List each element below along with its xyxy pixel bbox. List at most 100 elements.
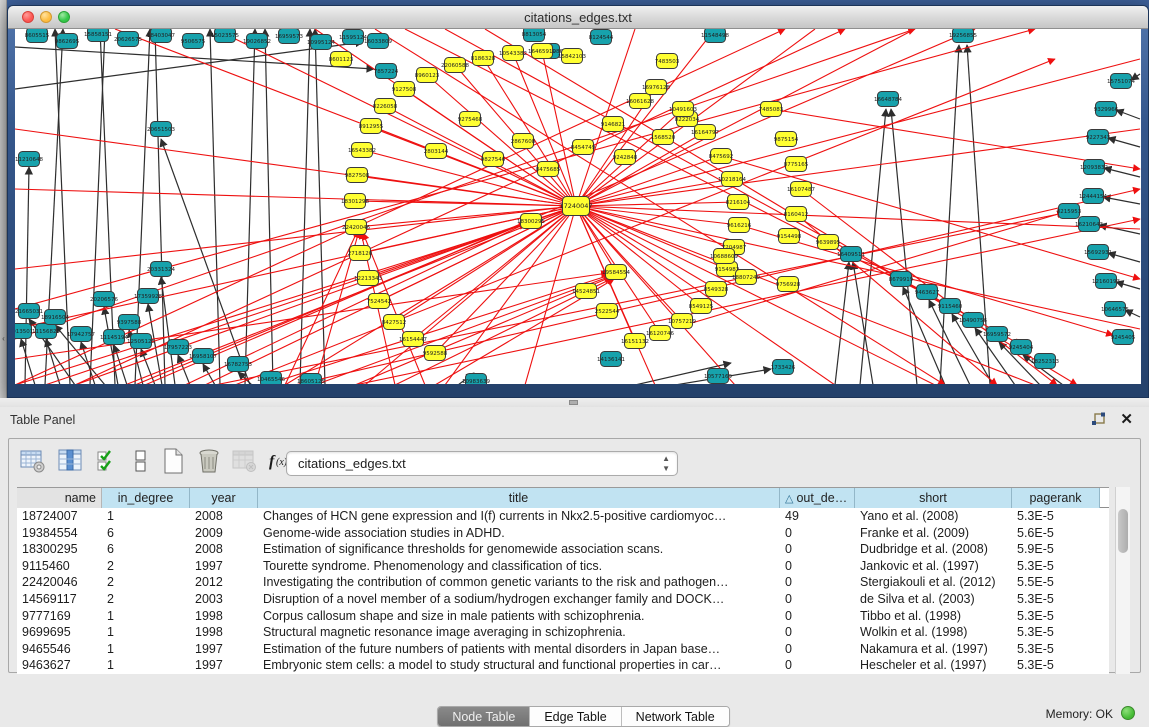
network-node[interactable]: 10491603 bbox=[669, 102, 697, 117]
network-node[interactable]: 8549328 bbox=[704, 282, 729, 297]
network-node[interactable]: 8549125 bbox=[689, 299, 714, 314]
network-node[interactable]: 22420046 bbox=[342, 220, 370, 235]
network-node[interactable]: 16959573 bbox=[275, 29, 303, 44]
network-node[interactable]: 21665031 bbox=[15, 304, 43, 319]
network-node[interactable]: 12505125 bbox=[127, 334, 155, 349]
network-node[interactable]: 22060588 bbox=[441, 58, 469, 73]
network-node[interactable]: 9227343 bbox=[1086, 130, 1111, 145]
network-node[interactable]: 9592588 bbox=[423, 346, 448, 361]
close-panel-icon[interactable]: ✕ bbox=[1120, 410, 1133, 428]
network-node[interactable]: 8186328 bbox=[471, 51, 496, 66]
network-node[interactable]: 16782753 bbox=[224, 357, 252, 372]
network-node[interactable]: 15751074 bbox=[1107, 74, 1135, 89]
network-node[interactable]: 7857224 bbox=[374, 64, 399, 79]
network-node[interactable]: 11145194 bbox=[100, 330, 128, 345]
network-node[interactable]: 16151132 bbox=[621, 334, 649, 349]
west-panel-divider[interactable]: ‹ bbox=[0, 0, 7, 398]
network-node[interactable]: 8679919 bbox=[889, 272, 914, 287]
network-node[interactable]: 3913501 bbox=[15, 324, 33, 339]
network-node[interactable]: 9506575 bbox=[181, 34, 206, 49]
network-node[interactable]: 18807249 bbox=[732, 270, 760, 285]
network-node[interactable]: 9639895 bbox=[816, 235, 841, 250]
network-node[interactable]: 9127508 bbox=[392, 82, 417, 97]
network-node[interactable]: 10995124 bbox=[307, 35, 335, 50]
network-node[interactable]: 16061628 bbox=[626, 94, 654, 109]
network-node[interactable]: 2803144 bbox=[424, 144, 449, 159]
table-row[interactable]: 1830029562008Estimation of significance … bbox=[17, 541, 1109, 558]
network-node[interactable]: 19256855 bbox=[949, 29, 977, 43]
table-scrollbar[interactable] bbox=[1115, 487, 1130, 674]
network-node[interactable]: 15692931 bbox=[1084, 245, 1112, 260]
network-node[interactable]: 8427512 bbox=[382, 315, 407, 330]
network-node[interactable]: 14524851 bbox=[572, 284, 600, 299]
network-node[interactable]: 7524542 bbox=[367, 294, 392, 309]
network-window-titlebar[interactable]: citations_edges.txt bbox=[8, 6, 1148, 29]
network-node[interactable]: 11548498 bbox=[701, 29, 729, 43]
column-visibility-icon[interactable] bbox=[57, 447, 87, 477]
network-node[interactable]: 16959572 bbox=[983, 327, 1011, 342]
network-node[interactable]: 16409511 bbox=[837, 247, 865, 262]
table-row[interactable]: 1456911722003Disruption of a novel membe… bbox=[17, 591, 1109, 608]
network-node[interactable]: 18403047 bbox=[147, 29, 175, 43]
network-node[interactable]: 9756928 bbox=[776, 277, 801, 292]
network-node[interactable]: 15023575 bbox=[211, 29, 239, 43]
table-row[interactable]: 977716911998Corpus callosum shape and si… bbox=[17, 608, 1109, 625]
network-node[interactable]: 15842103 bbox=[558, 49, 586, 64]
network-node[interactable]: 8475692 bbox=[709, 149, 734, 164]
network-node[interactable]: 16210643 bbox=[1075, 217, 1103, 232]
network-node[interactable]: 8813054 bbox=[522, 29, 547, 42]
network-node[interactable]: 2522544 bbox=[595, 304, 620, 319]
network-node[interactable]: 20651503 bbox=[147, 122, 175, 137]
network-node[interactable]: 14136141 bbox=[597, 352, 625, 367]
network-node[interactable]: 9242848 bbox=[613, 150, 638, 165]
network-node[interactable]: 20206576 bbox=[90, 292, 118, 307]
network-node[interactable]: 16958107 bbox=[189, 349, 217, 364]
network-node[interactable]: 9616216 bbox=[727, 218, 752, 233]
network-node[interactable]: 9275468 bbox=[458, 112, 483, 127]
network-node[interactable]: 12213343 bbox=[354, 271, 382, 286]
network-node[interactable]: 8775165 bbox=[784, 157, 809, 172]
table-row[interactable]: 1938455462009Genome-wide association stu… bbox=[17, 525, 1109, 542]
network-node[interactable]: 8216104 bbox=[726, 195, 751, 210]
network-node[interactable]: 12160193 bbox=[1092, 274, 1120, 289]
table-row[interactable]: 946554611997Estimation of the future num… bbox=[17, 641, 1109, 658]
network-node[interactable]: 9329966 bbox=[1094, 102, 1119, 117]
network-node[interactable]: 9115460 bbox=[938, 299, 963, 314]
delete-rows-icon[interactable] bbox=[195, 447, 225, 477]
network-node[interactable]: 18301298 bbox=[341, 194, 369, 209]
network-node[interactable]: 11210648 bbox=[15, 152, 43, 167]
network-node[interactable]: 9245405 bbox=[1111, 330, 1136, 345]
network-node[interactable]: 18916504 bbox=[41, 310, 69, 325]
network-node[interactable]: 15858151 bbox=[84, 29, 112, 42]
network-node[interactable]: 9245404 bbox=[1009, 340, 1034, 355]
network-node[interactable]: 16120746 bbox=[646, 326, 674, 341]
network-node[interactable]: 16154447 bbox=[399, 332, 427, 347]
network-node[interactable]: 1568520 bbox=[651, 130, 676, 145]
network-node[interactable]: 8454749 bbox=[571, 140, 596, 155]
network-node[interactable]: 16543382 bbox=[348, 143, 376, 158]
column-header-name[interactable]: name bbox=[17, 488, 102, 508]
network-node[interactable]: 16164797 bbox=[691, 125, 719, 140]
table-row[interactable]: 1872400712008Changes of HCN gene express… bbox=[17, 508, 1109, 525]
network-node[interactable]: 8160412 bbox=[784, 207, 809, 222]
network-node[interactable]: 9875154 bbox=[774, 132, 799, 147]
network-node[interactable]: 7485083 bbox=[759, 102, 784, 117]
network-node[interactable]: 9154498 bbox=[777, 229, 802, 244]
network-node[interactable]: 8475685 bbox=[536, 162, 561, 177]
network-node[interactable]: 8912955 bbox=[359, 119, 384, 134]
network-node[interactable]: 8226058 bbox=[373, 99, 398, 114]
network-node[interactable]: 7483503 bbox=[655, 54, 680, 69]
network-node[interactable]: 18300295 bbox=[517, 214, 545, 229]
network-node[interactable]: 10688609 bbox=[710, 249, 738, 264]
new-table-icon[interactable] bbox=[159, 447, 189, 477]
network-node[interactable]: 19584554 bbox=[602, 265, 630, 280]
network-node[interactable]: 17957223 bbox=[164, 340, 192, 355]
divider-grip[interactable] bbox=[569, 400, 578, 405]
network-node[interactable]: 19026852 bbox=[243, 34, 271, 49]
network-node[interactable]: 9862695 bbox=[55, 34, 80, 49]
network-node[interactable]: 10218164 bbox=[718, 172, 746, 187]
table-row[interactable]: 946362711997Embryonic stem cells: a mode… bbox=[17, 657, 1109, 674]
network-node[interactable]: 17942757 bbox=[67, 327, 95, 342]
network-node[interactable]: 20626575 bbox=[114, 32, 142, 47]
select-all-icon[interactable] bbox=[95, 447, 125, 477]
